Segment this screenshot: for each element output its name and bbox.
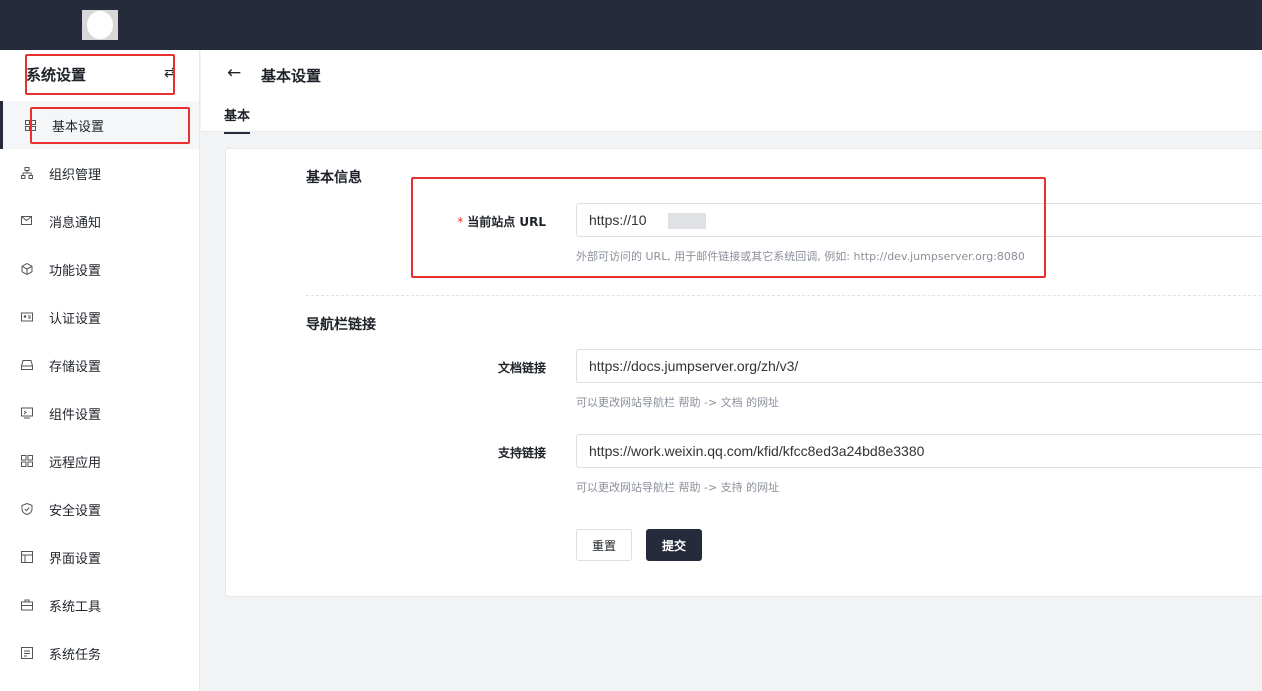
sidebar-item-label: 系统任务 bbox=[49, 647, 102, 663]
tab-basic[interactable]: 基本 bbox=[224, 105, 251, 134]
sidebar-item-label: 系统工具 bbox=[49, 599, 102, 615]
sidebar-item-label: 组织管理 bbox=[49, 167, 102, 183]
toolbox-icon bbox=[20, 598, 34, 612]
collapse-sidebar-icon[interactable]: ⇄ bbox=[164, 65, 176, 81]
support-link-input[interactable] bbox=[576, 434, 1262, 468]
site-url-label-text: 当前站点 URL bbox=[467, 215, 546, 229]
sidebar-item-label: 消息通知 bbox=[49, 215, 102, 231]
sidebar-item-label: 安全设置 bbox=[49, 503, 102, 519]
shield-icon bbox=[20, 502, 34, 516]
sidebar: 系统设置 ⇄ 基本设置 组织管理 消息通知 功能设置 认证设置 存储设置 组件设… bbox=[0, 50, 200, 691]
support-link-label: 支持链接 bbox=[497, 446, 546, 460]
page-header: ← 基本设置 基本 bbox=[201, 50, 1262, 134]
sidebar-item-authentication[interactable]: 认证设置 bbox=[0, 293, 199, 341]
apps-icon bbox=[20, 454, 34, 468]
sidebar-item-system-tasks[interactable]: 系统任务 bbox=[0, 629, 199, 677]
docs-link-help-text: 可以更改网站导航栏 帮助 -> 文档 的网址 bbox=[576, 396, 780, 409]
layout-icon bbox=[20, 550, 34, 564]
storage-icon bbox=[20, 358, 34, 372]
sidebar-item-organization[interactable]: 组织管理 bbox=[0, 149, 199, 197]
sidebar-item-storage[interactable]: 存储设置 bbox=[0, 341, 199, 389]
page-title: 基本设置 bbox=[261, 67, 322, 85]
section-title-basic-info: 基本信息 bbox=[306, 170, 362, 186]
reset-button[interactable]: 重置 bbox=[576, 529, 632, 561]
message-icon bbox=[20, 214, 34, 228]
component-icon bbox=[20, 406, 34, 420]
site-url-help-text: 外部可访问的 URL, 用于邮件链接或其它系统回调, 例如: http://de… bbox=[576, 250, 1025, 263]
sidebar-item-interface[interactable]: 界面设置 bbox=[0, 533, 199, 581]
sidebar-item-label: 存储设置 bbox=[49, 359, 102, 375]
task-icon bbox=[20, 646, 34, 660]
submit-button[interactable]: 提交 bbox=[646, 529, 702, 561]
sidebar-item-system-tools[interactable]: 系统工具 bbox=[0, 581, 199, 629]
support-link-help-text: 可以更改网站导航栏 帮助 -> 支持 的网址 bbox=[576, 481, 780, 494]
sidebar-title: 系统设置 bbox=[26, 66, 87, 84]
settings-form-card: 基本信息 *当前站点 URL 外部可访问的 URL, 用于邮件链接或其它系统回调… bbox=[225, 148, 1262, 597]
docs-link-label: 文档链接 bbox=[497, 361, 546, 375]
sidebar-item-label: 功能设置 bbox=[49, 263, 102, 279]
sidebar-item-basic-settings[interactable]: 基本设置 bbox=[0, 101, 199, 149]
org-tree-icon bbox=[20, 166, 34, 180]
logo[interactable] bbox=[82, 10, 118, 40]
id-card-icon bbox=[20, 310, 34, 324]
sidebar-item-security[interactable]: 安全设置 bbox=[0, 485, 199, 533]
docs-link-input[interactable] bbox=[576, 349, 1262, 383]
section-divider bbox=[306, 295, 1262, 296]
top-bar bbox=[0, 0, 1262, 50]
sidebar-item-remote-apps[interactable]: 远程应用 bbox=[0, 437, 199, 485]
sidebar-item-label: 认证设置 bbox=[49, 311, 102, 327]
sidebar-item-label: 远程应用 bbox=[49, 455, 102, 471]
sidebar-item-label: 组件设置 bbox=[49, 407, 102, 423]
sidebar-item-features[interactable]: 功能设置 bbox=[0, 245, 199, 293]
sidebar-item-notifications[interactable]: 消息通知 bbox=[0, 197, 199, 245]
cube-icon bbox=[20, 262, 34, 276]
sidebar-item-label: 界面设置 bbox=[49, 551, 102, 567]
sidebar-item-label: 基本设置 bbox=[52, 119, 105, 135]
grid-icon bbox=[23, 118, 37, 132]
sidebar-item-components[interactable]: 组件设置 bbox=[0, 389, 199, 437]
section-title-nav-links: 导航栏链接 bbox=[306, 317, 376, 333]
back-arrow-icon[interactable]: ← bbox=[227, 63, 241, 83]
required-mark: * bbox=[457, 215, 464, 229]
redacted-mask bbox=[668, 213, 706, 229]
site-url-label: * 当前站点 URL bbox=[346, 213, 546, 230]
